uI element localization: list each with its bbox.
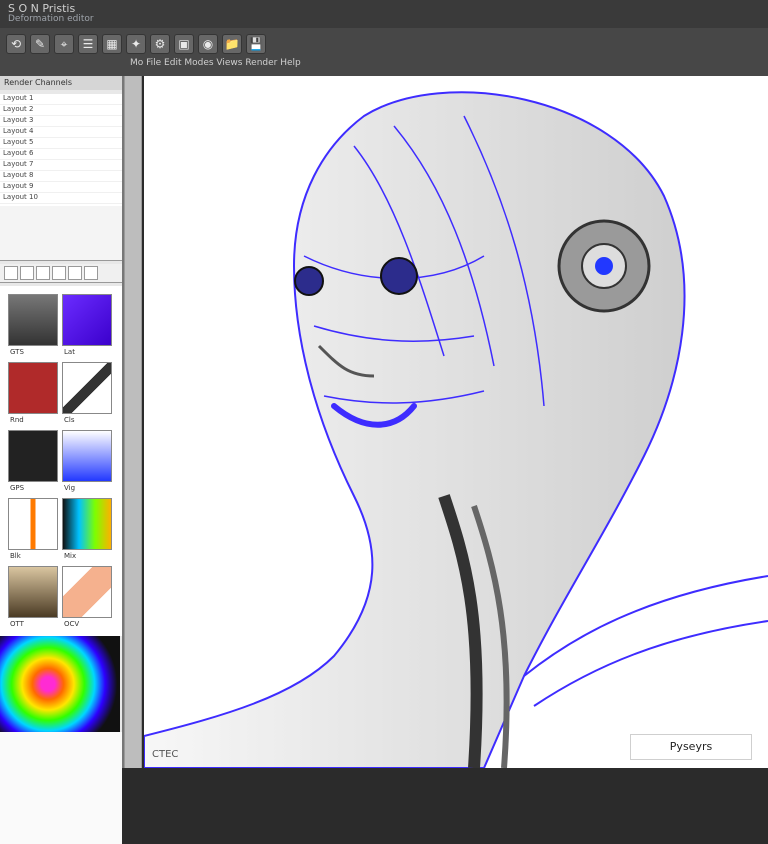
layout-list: Layout 1 Layout 2 Layout 3 Layout 4 Layo… xyxy=(0,94,122,207)
image-icon[interactable]: ▣ xyxy=(174,34,194,54)
swatch-label: OCV xyxy=(64,620,80,628)
list-item[interactable]: Layout 10 xyxy=(0,193,122,204)
canvas-watermark: Pyseyrs xyxy=(630,734,752,760)
tool-row xyxy=(0,264,122,283)
sidebar-header: Render Channels xyxy=(0,76,122,90)
app-subtitle: Deformation editor xyxy=(8,14,94,24)
refresh-icon[interactable]: ⟲ xyxy=(6,34,26,54)
app-titlebar: S O N Pristis Deformation editor xyxy=(0,0,768,28)
swatch-mix[interactable] xyxy=(62,498,112,550)
canvas-footer-text: CTEC xyxy=(152,749,179,760)
tool-2-icon[interactable] xyxy=(20,266,34,280)
layers-icon[interactable]: ☰ xyxy=(78,34,98,54)
color-wheel[interactable] xyxy=(0,636,120,732)
swatch-label: OTT xyxy=(10,620,24,628)
tool-3-icon[interactable] xyxy=(36,266,50,280)
swatch-blk[interactable] xyxy=(8,498,58,550)
settings-icon[interactable]: ⚙ xyxy=(150,34,170,54)
list-item[interactable]: Layout 7 xyxy=(0,160,122,171)
main-toolbar: ⟲ ✎ ⌖ ☰ ▦ ✦ ⚙ ▣ ◉ 📁 💾 Mo File Edit Modes… xyxy=(0,28,768,77)
left-sidebar: Render Channels Layout 1 Layout 2 Layout… xyxy=(0,76,124,844)
swatch-label: Mix xyxy=(64,552,77,560)
save-icon[interactable]: 💾 xyxy=(246,34,266,54)
list-item[interactable]: Layout 6 xyxy=(0,149,122,160)
canvas-area: CTEC Pyseyrs xyxy=(144,76,768,768)
tool-6-icon[interactable] xyxy=(84,266,98,280)
swatch-rnd[interactable] xyxy=(8,362,58,414)
list-item[interactable]: Layout 9 xyxy=(0,182,122,193)
swatch-panel: GTS Lat Rnd Cls GPS Vig Blk Mix OTT OCV xyxy=(0,286,122,636)
swatch-label: Lat xyxy=(64,348,75,356)
swatch-label: Vig xyxy=(64,484,76,492)
vertical-scrollbar[interactable] xyxy=(124,76,142,768)
swatch-label: Rnd xyxy=(10,416,24,424)
swatch-label: GPS xyxy=(10,484,25,492)
swatch-lat[interactable] xyxy=(62,294,112,346)
sidebar-footer xyxy=(0,732,122,844)
swatch-vig[interactable] xyxy=(62,430,112,482)
list-item[interactable]: Layout 8 xyxy=(0,171,122,182)
eye-icon[interactable]: ◉ xyxy=(198,34,218,54)
tool-5-icon[interactable] xyxy=(68,266,82,280)
list-item[interactable]: Layout 2 xyxy=(0,105,122,116)
list-item[interactable]: Layout 5 xyxy=(0,138,122,149)
select-icon[interactable]: ⌖ xyxy=(54,34,74,54)
swatch-label: Blk xyxy=(10,552,21,560)
grid-icon[interactable]: ▦ xyxy=(102,34,122,54)
preview-strip xyxy=(0,206,122,261)
folder-icon[interactable]: 📁 xyxy=(222,34,242,54)
tool-4-icon[interactable] xyxy=(52,266,66,280)
pen-icon[interactable]: ✎ xyxy=(30,34,50,54)
swatch-ocv[interactable] xyxy=(62,566,112,618)
list-item[interactable]: Layout 3 xyxy=(0,116,122,127)
swatch-cls[interactable] xyxy=(62,362,112,414)
swatch-label: Cls xyxy=(64,416,75,424)
swatch-ott[interactable] xyxy=(8,566,58,618)
list-item[interactable]: Layout 4 xyxy=(0,127,122,138)
robot-illustration xyxy=(144,91,768,768)
swatch-label: GTS xyxy=(10,348,24,356)
swatch-gts[interactable] xyxy=(8,294,58,346)
brush-icon[interactable]: ✦ xyxy=(126,34,146,54)
swatch-gps[interactable] xyxy=(8,430,58,482)
list-item[interactable]: Layout 1 xyxy=(0,94,122,105)
tool-1-icon[interactable] xyxy=(4,266,18,280)
toolbar-menu: Mo File Edit Modes Views Render Help xyxy=(130,58,301,68)
